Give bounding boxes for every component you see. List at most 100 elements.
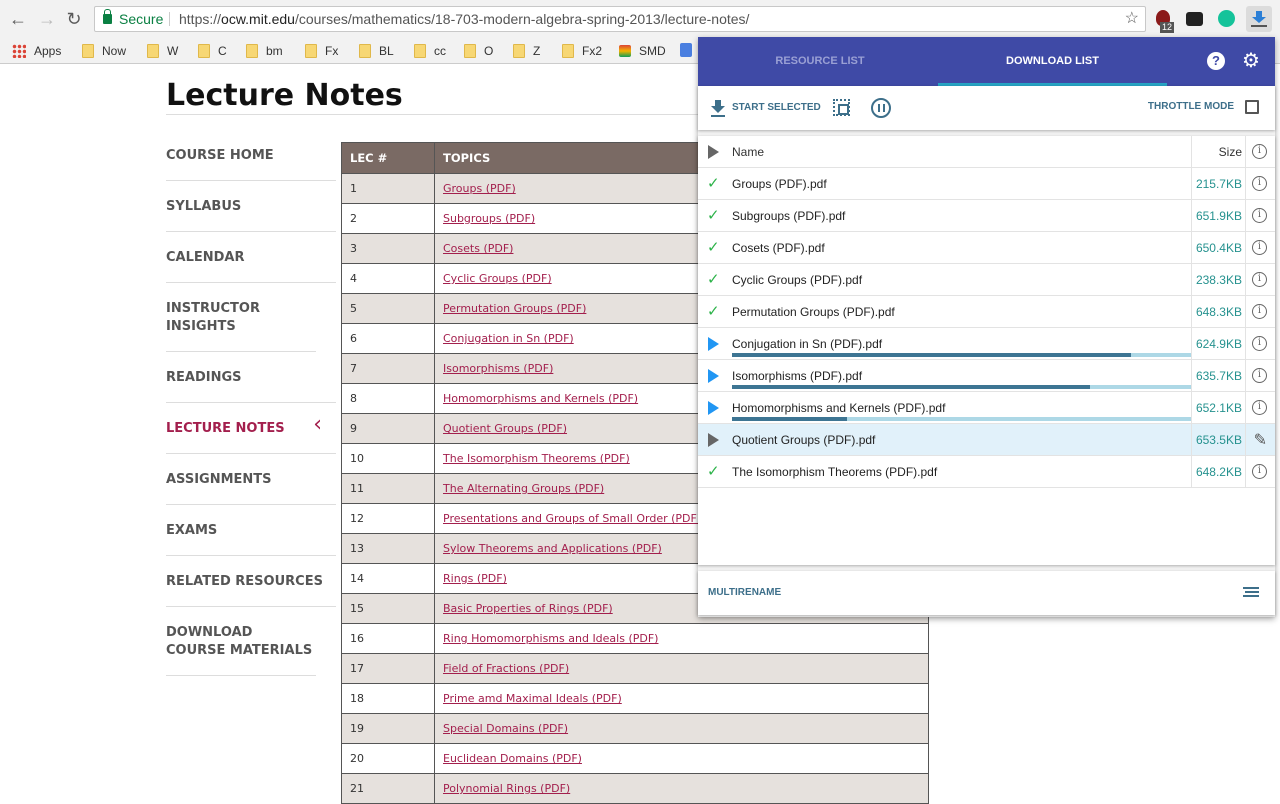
sidebar-item-exams[interactable]: EXAMS bbox=[166, 505, 336, 556]
download-row[interactable]: ✓ Cyclic Groups (PDF).pdf 238.3KB i bbox=[698, 264, 1275, 296]
folder-icon bbox=[147, 44, 159, 58]
bookmark-extra-icon[interactable] bbox=[680, 43, 692, 57]
lecture-pdf-link[interactable]: Prime amd Maximal Ideals (PDF) bbox=[443, 692, 622, 705]
download-extension-icon[interactable] bbox=[1246, 6, 1272, 32]
bookmark-item[interactable]: Fx2 bbox=[562, 43, 602, 59]
bookmark-item[interactable]: BL bbox=[359, 43, 394, 59]
bookmark-item[interactable]: Now bbox=[82, 43, 126, 59]
lecture-pdf-link[interactable]: The Alternating Groups (PDF) bbox=[443, 482, 604, 495]
lecture-pdf-link[interactable]: Groups (PDF) bbox=[443, 182, 516, 195]
select-all-icon[interactable] bbox=[833, 99, 850, 116]
bookmark-star-icon[interactable]: ☆ bbox=[1125, 7, 1139, 31]
play-icon[interactable] bbox=[708, 369, 722, 383]
info-icon[interactable]: i bbox=[1252, 208, 1267, 223]
url-text[interactable]: https://ocw.mit.edu/courses/mathematics/… bbox=[179, 7, 749, 31]
column-divider bbox=[1191, 168, 1192, 200]
back-button[interactable]: ← bbox=[7, 8, 29, 30]
folder-icon bbox=[513, 44, 525, 58]
folder-icon bbox=[414, 44, 426, 58]
sidebar-item-calendar[interactable]: CALENDAR bbox=[166, 232, 336, 283]
incognito-extension-icon[interactable] bbox=[1186, 12, 1203, 26]
help-icon[interactable]: ? bbox=[1207, 52, 1225, 70]
info-icon[interactable]: i bbox=[1252, 304, 1267, 319]
pencil-icon[interactable]: ✎ bbox=[1254, 430, 1267, 450]
tab-download-list[interactable]: DOWNLOAD LIST bbox=[938, 37, 1167, 86]
sidebar-item-readings[interactable]: READINGS bbox=[166, 352, 336, 403]
sidebar-item-download-course-materials[interactable]: DOWNLOAD COURSE MATERIALS bbox=[166, 607, 316, 676]
lecture-pdf-link[interactable]: Polynomial Rings (PDF) bbox=[443, 782, 570, 795]
bookmark-apps[interactable]: Apps bbox=[12, 43, 61, 59]
lecture-pdf-link[interactable]: Subgroups (PDF) bbox=[443, 212, 535, 225]
bookmark-item[interactable]: bm bbox=[246, 43, 283, 59]
bookmark-item[interactable]: Fx bbox=[305, 43, 338, 59]
info-icon[interactable]: i bbox=[1252, 272, 1267, 287]
lecture-pdf-link[interactable]: Permutation Groups (PDF) bbox=[443, 302, 586, 315]
play-icon[interactable] bbox=[708, 337, 722, 351]
info-icon[interactable]: i bbox=[1252, 336, 1267, 351]
lecture-pdf-link[interactable]: Ring Homomorphisms and Ideals (PDF) bbox=[443, 632, 658, 645]
sidebar-item-instructor-insights[interactable]: INSTRUCTOR INSIGHTS bbox=[166, 283, 316, 352]
multirename-button[interactable]: MULTIRENAME bbox=[708, 587, 781, 598]
download-row[interactable]: Isomorphisms (PDF).pdf 635.7KB i bbox=[698, 360, 1275, 392]
file-name: Subgroups (PDF).pdf bbox=[732, 209, 846, 223]
column-divider bbox=[1245, 328, 1246, 360]
lecture-pdf-link[interactable]: Conjugation in Sn (PDF) bbox=[443, 332, 574, 345]
sidebar-item-related-resources[interactable]: RELATED RESOURCES bbox=[166, 556, 336, 607]
gear-icon[interactable]: ⚙ bbox=[1242, 51, 1260, 71]
info-icon[interactable]: i bbox=[1252, 368, 1267, 383]
lecture-pdf-link[interactable]: Cosets (PDF) bbox=[443, 242, 513, 255]
bookmark-item[interactable]: SMD bbox=[619, 43, 666, 59]
lecture-pdf-link[interactable]: Field of Fractions (PDF) bbox=[443, 662, 569, 675]
menu-lines-icon[interactable] bbox=[1243, 587, 1259, 599]
lecture-pdf-link[interactable]: Homomorphisms and Kernels (PDF) bbox=[443, 392, 638, 405]
bookmark-label: cc bbox=[434, 44, 446, 58]
download-row[interactable]: ✓ Cosets (PDF).pdf 650.4KB i bbox=[698, 232, 1275, 264]
play-icon[interactable] bbox=[708, 401, 722, 415]
bookmark-label: Now bbox=[102, 44, 127, 58]
lecture-pdf-link[interactable]: Quotient Groups (PDF) bbox=[443, 422, 567, 435]
reload-button[interactable]: ↻ bbox=[63, 8, 85, 30]
pause-icon[interactable] bbox=[871, 98, 891, 118]
info-icon[interactable]: i bbox=[1252, 400, 1267, 415]
download-row[interactable]: ✓ Groups (PDF).pdf 215.7KB i bbox=[698, 168, 1275, 200]
lecture-pdf-link[interactable]: Isomorphisms (PDF) bbox=[443, 362, 553, 375]
download-row[interactable]: Conjugation in Sn (PDF).pdf 624.9KB i bbox=[698, 328, 1275, 360]
sidebar-item-syllabus[interactable]: SYLLABUS bbox=[166, 181, 336, 232]
bookmark-item[interactable]: Z bbox=[513, 43, 540, 59]
lecture-pdf-link[interactable]: Basic Properties of Rings (PDF) bbox=[443, 602, 613, 615]
sidebar-item-course-home[interactable]: COURSE HOME bbox=[166, 130, 336, 181]
download-row[interactable]: Quotient Groups (PDF).pdf 653.5KB ✎ bbox=[698, 424, 1275, 456]
sidebar-item-lecture-notes[interactable]: LECTURE NOTES ‹ bbox=[166, 403, 336, 454]
download-row[interactable]: ✓ Subgroups (PDF).pdf 651.9KB i bbox=[698, 200, 1275, 232]
lecture-pdf-link[interactable]: Special Domains (PDF) bbox=[443, 722, 568, 735]
forward-button[interactable]: → bbox=[36, 8, 58, 30]
download-row[interactable]: ✓ The Isomorphism Theorems (PDF).pdf 648.2… bbox=[698, 456, 1275, 488]
column-header-size[interactable]: Size bbox=[1219, 136, 1242, 168]
file-name: Permutation Groups (PDF).pdf bbox=[732, 305, 895, 319]
lecture-pdf-link[interactable]: Euclidean Domains (PDF) bbox=[443, 752, 582, 765]
info-icon[interactable]: i bbox=[1252, 240, 1267, 255]
lecture-pdf-link[interactable]: Cyclic Groups (PDF) bbox=[443, 272, 552, 285]
play-icon[interactable] bbox=[708, 433, 722, 447]
info-icon[interactable]: i bbox=[1252, 176, 1267, 191]
bookmark-item[interactable]: O bbox=[464, 43, 493, 59]
lecture-pdf-link[interactable]: The Isomorphism Theorems (PDF) bbox=[443, 452, 630, 465]
lecture-pdf-link[interactable]: Rings (PDF) bbox=[443, 572, 507, 585]
grammarly-extension-icon[interactable] bbox=[1218, 10, 1235, 27]
download-row[interactable]: Homomorphisms and Kernels (PDF).pdf 652.1… bbox=[698, 392, 1275, 424]
info-icon[interactable]: i bbox=[1252, 464, 1267, 479]
tab-resource-list[interactable]: RESOURCE LIST bbox=[700, 37, 940, 86]
bookmark-item[interactable]: cc bbox=[414, 43, 446, 59]
start-selected-button[interactable]: START SELECTED bbox=[710, 98, 821, 118]
address-bar[interactable]: Secure https://ocw.mit.edu/courses/mathe… bbox=[94, 6, 1146, 32]
bookmark-item[interactable]: C bbox=[198, 43, 227, 59]
info-icon[interactable]: i bbox=[1252, 144, 1267, 159]
throttle-mode-checkbox[interactable] bbox=[1245, 100, 1259, 114]
sidebar-item-assignments[interactable]: ASSIGNMENTS bbox=[166, 454, 336, 505]
lecture-pdf-link[interactable]: Sylow Theorems and Applications (PDF) bbox=[443, 542, 662, 555]
column-header-name[interactable]: Name bbox=[732, 136, 764, 168]
lecture-pdf-link[interactable]: Presentations and Groups of Small Order … bbox=[443, 512, 701, 525]
download-row[interactable]: ✓ Permutation Groups (PDF).pdf 648.3KB i bbox=[698, 296, 1275, 328]
bookmark-item[interactable]: W bbox=[147, 43, 178, 59]
play-all-icon[interactable] bbox=[708, 145, 722, 159]
